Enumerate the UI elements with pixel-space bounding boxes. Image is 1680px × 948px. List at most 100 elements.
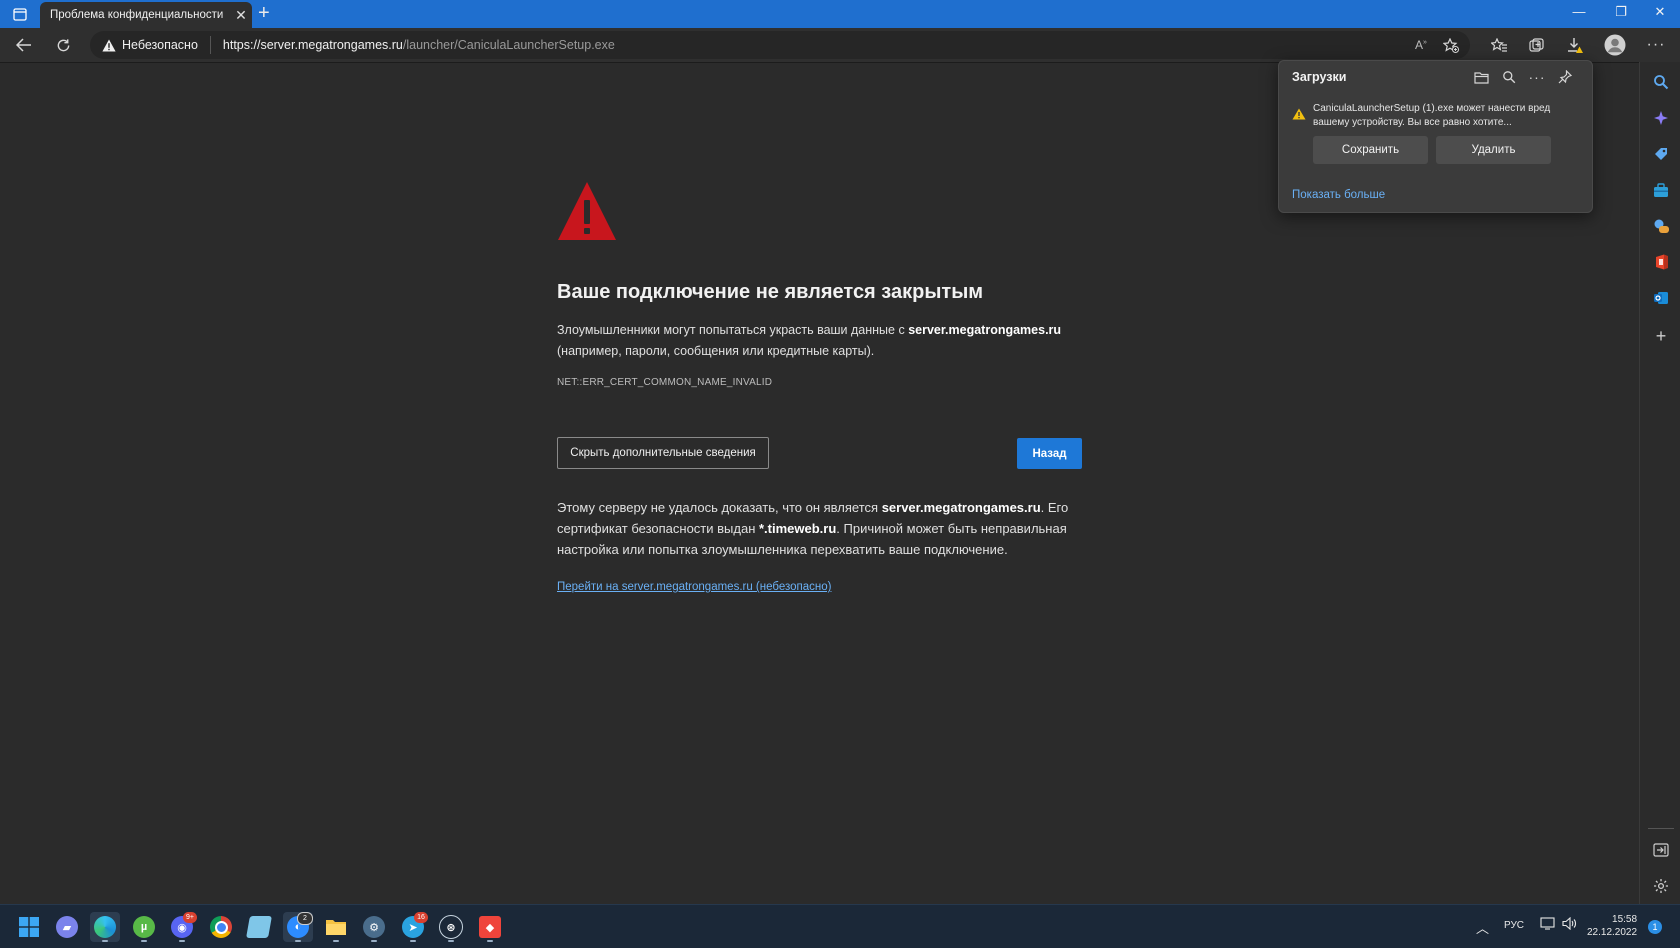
download-warning-icon [1292, 108, 1306, 120]
shopping-tag-icon[interactable] [1651, 144, 1671, 164]
office-icon[interactable] [1651, 252, 1671, 272]
open-folder-icon[interactable] [1471, 68, 1491, 86]
url-host: server.megatrongames.ru [260, 38, 403, 52]
downloads-title: Загрузки [1292, 70, 1347, 84]
edge-sidebar: + [1639, 62, 1680, 904]
profile-avatar[interactable] [1603, 33, 1627, 57]
hide-sidebar-icon[interactable] [1651, 840, 1671, 860]
running-indicator [448, 940, 454, 942]
file-explorer-app[interactable] [321, 912, 351, 942]
chrome-icon [210, 916, 232, 938]
chrome-app[interactable] [206, 912, 236, 942]
volume-icon[interactable] [1562, 916, 1577, 933]
downloads-search-icon[interactable] [1499, 68, 1519, 86]
back-arrow-icon[interactable] [13, 36, 35, 54]
security-indicator[interactable]: Небезопасно [102, 38, 198, 52]
add-sidebar-app-icon[interactable]: + [1651, 326, 1671, 346]
show-hidden-icons-chevron-icon[interactable]: ︿ [1476, 918, 1489, 937]
address-bar[interactable]: Небезопасно https://server.megatrongames… [90, 31, 1470, 59]
restore-icon[interactable]: ❐ [1606, 4, 1636, 20]
error-description: Злоумышленники могут попытаться украсть … [557, 320, 1117, 362]
steam-icon: ⊛ [439, 915, 463, 939]
security-label: Небезопасно [122, 38, 198, 52]
tab-active[interactable]: Проблема конфиденциальности ✕ [40, 2, 252, 28]
settings-app[interactable]: ⚙ [359, 912, 389, 942]
settings-more-icon[interactable]: ··· [1645, 36, 1667, 54]
search-icon[interactable] [1651, 72, 1671, 92]
telegram-app[interactable]: ➤ 16 [398, 912, 428, 942]
zoom-app[interactable]: ◐ 2 [283, 912, 313, 942]
notification-badge[interactable]: 1 [1648, 920, 1662, 934]
error-code: NET::ERR_CERT_COMMON_NAME_INVALID [557, 377, 773, 388]
error-details-text: Этому серверу не удалось доказать, что о… [557, 497, 1097, 560]
pin-icon[interactable] [1555, 68, 1575, 86]
steam-app[interactable]: ⊛ [436, 912, 466, 942]
favorites-icon[interactable] [1488, 36, 1510, 54]
running-indicator [410, 940, 416, 942]
discord-app[interactable]: ◉ 9+ [167, 912, 197, 942]
minimize-icon[interactable]: — [1564, 4, 1594, 19]
edge-app[interactable] [90, 912, 120, 942]
games-icon[interactable] [1651, 216, 1671, 236]
network-icon[interactable] [1540, 917, 1555, 933]
page-title: Ваше подключение не является закрытым [557, 281, 984, 303]
sidebar-settings-gear-icon[interactable] [1651, 876, 1671, 896]
refresh-icon[interactable] [52, 36, 74, 54]
chat-icon: ▰ [56, 916, 78, 938]
add-favorite-icon[interactable] [1440, 36, 1462, 54]
downloads-icon[interactable] [1564, 36, 1586, 54]
settings-gear-icon: ⚙ [363, 916, 385, 938]
tab-title: Проблема конфиденциальности [50, 9, 224, 21]
address-divider [209, 36, 211, 54]
running-indicator [179, 940, 185, 942]
collections-icon[interactable] [1526, 36, 1548, 54]
tab-actions-icon[interactable] [10, 5, 30, 23]
utorrent-icon: µ [133, 916, 155, 938]
running-indicator [333, 940, 339, 942]
start-button[interactable] [14, 912, 44, 942]
running-indicator [295, 940, 301, 942]
outlook-icon[interactable] [1651, 288, 1671, 308]
tools-briefcase-icon[interactable] [1651, 180, 1671, 200]
url-scheme: https:// [222, 38, 261, 52]
downloads-flyout: Загрузки ··· CaniculaLauncherSetup (1).e… [1278, 60, 1593, 213]
window-close-icon[interactable]: ✕ [1645, 4, 1675, 20]
download-warning-message: CaniculaLauncherSetup (1).exe может нане… [1313, 103, 1551, 128]
hide-details-button[interactable]: Скрыть дополнительные сведения [557, 437, 769, 469]
tab-close-icon[interactable]: ✕ [230, 7, 252, 24]
desc-prefix: Злоумышленники могут попытаться украсть … [557, 323, 909, 337]
teams-chat-app[interactable]: ▰ [52, 912, 82, 942]
zoom-badge: 2 [297, 912, 313, 925]
desc-suffix: (например, пароли, сообщения или кредитн… [557, 344, 875, 358]
clock-time: 15:58 [1612, 914, 1638, 925]
back-button[interactable]: Назад [1017, 438, 1082, 469]
running-indicator [102, 940, 108, 942]
notepad-app[interactable] [244, 912, 274, 942]
folder-icon [326, 920, 346, 935]
desc-host: server.megatrongames.ru [908, 323, 1062, 337]
proceed-unsafe-link[interactable]: Перейти на server.megatrongames.ru (небе… [557, 581, 831, 593]
downloads-more-icon[interactable]: ··· [1527, 68, 1547, 86]
browser-toolbar: Небезопасно https://server.megatrongames… [0, 28, 1680, 63]
utorrent-app[interactable]: µ [129, 912, 159, 942]
keep-button[interactable]: Сохранить [1313, 136, 1428, 164]
discover-sparkle-icon[interactable] [1651, 108, 1671, 128]
clock[interactable]: 15:58 22.12.2022 [1587, 913, 1637, 939]
notepad-icon [246, 916, 272, 938]
telegram-badge: 16 [414, 912, 428, 923]
url-text[interactable]: https://server.megatrongames.ru/launcher… [223, 38, 615, 52]
running-indicator [487, 940, 493, 942]
new-tab-icon[interactable]: + [258, 2, 270, 25]
windows-taskbar: ▰ µ ◉ 9+ ◐ 2 ⚙ ➤ 16 ⊛ ◆ ︿ РУС 15:58 22.1… [0, 904, 1680, 948]
danger-warning-icon [557, 180, 617, 246]
show-more-link[interactable]: Показать больше [1292, 189, 1385, 201]
details-issuer: *.timeweb.ru [758, 521, 837, 536]
read-aloud-icon[interactable]: A» [1410, 36, 1432, 54]
discord-badge: 9+ [183, 912, 197, 923]
running-indicator [371, 940, 377, 942]
input-language[interactable]: РУС [1504, 920, 1524, 931]
edge-icon [94, 916, 116, 938]
delete-button[interactable]: Удалить [1436, 136, 1551, 164]
sidebar-divider [1648, 828, 1674, 829]
anydesk-app[interactable]: ◆ [475, 912, 505, 942]
